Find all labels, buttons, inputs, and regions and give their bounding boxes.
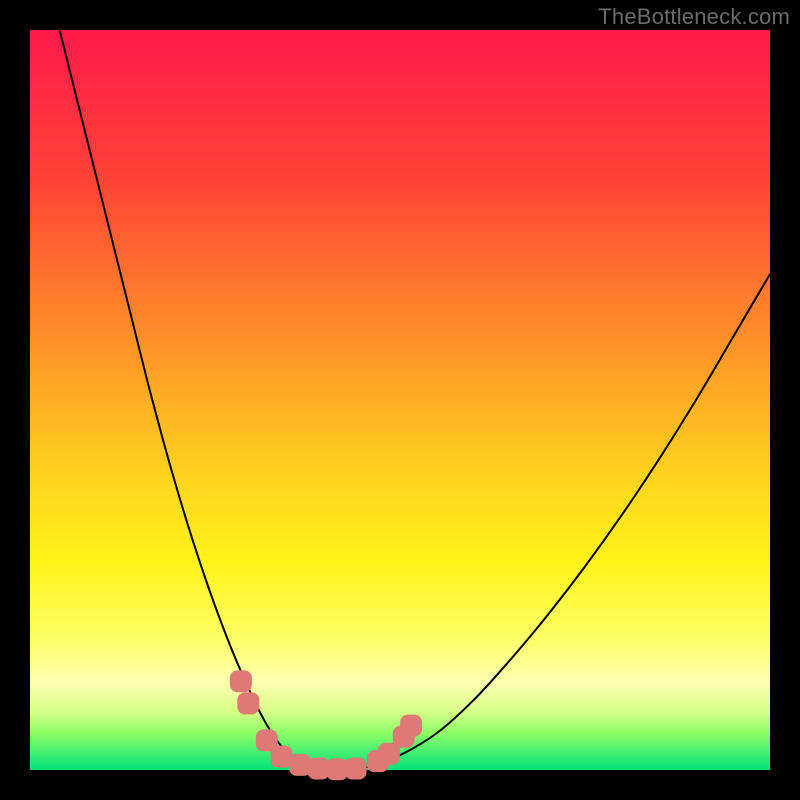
chart-stage: TheBottleneck.com [0, 0, 800, 800]
highlight-marker [237, 692, 259, 714]
highlight-marker [345, 758, 367, 780]
bottleneck-chart [0, 0, 800, 800]
watermark-text: TheBottleneck.com [598, 4, 790, 30]
highlight-marker [400, 715, 422, 737]
highlight-marker [230, 670, 252, 692]
plot-background [30, 30, 770, 770]
